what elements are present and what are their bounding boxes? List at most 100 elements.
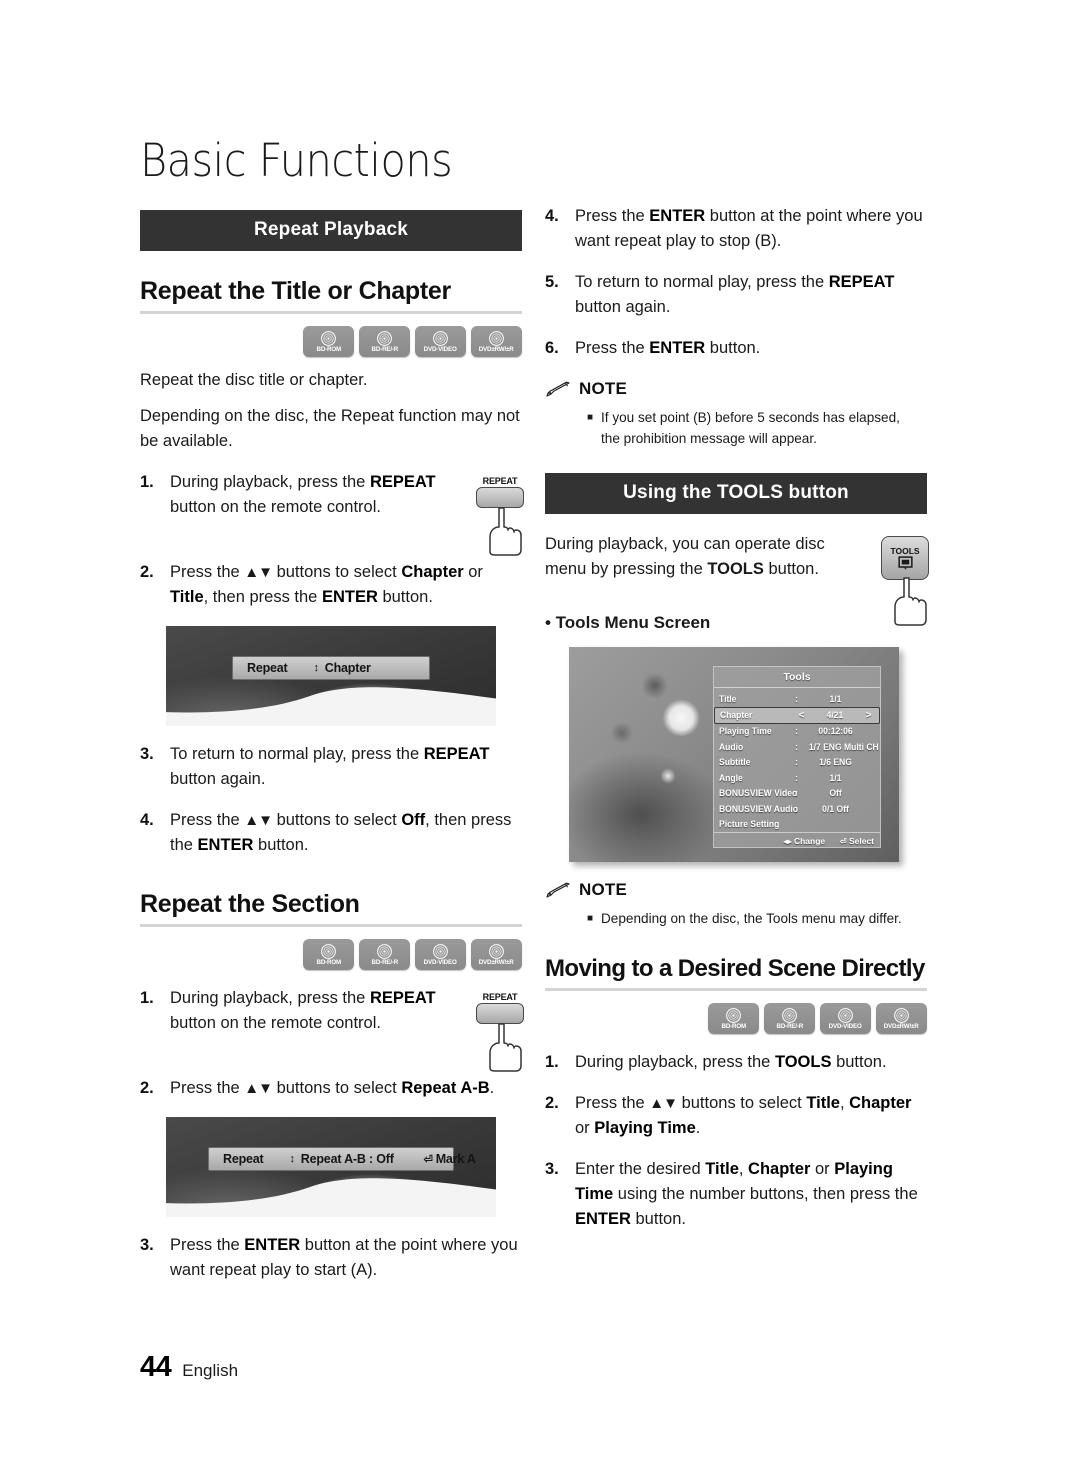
step-text: Press the ▲▼ buttons to select Repeat A-…: [170, 1079, 495, 1097]
note-bullet-icon: ■: [587, 412, 594, 423]
tools-row-chapter[interactable]: Chapter < 4/21 >: [714, 706, 880, 724]
osd-label: Repeat: [223, 1152, 264, 1166]
steps-repeat-section-cont: 3. Press the ENTER button at the point w…: [140, 1233, 522, 1283]
disc-icon-bd-re-r: BD-RE/-R: [359, 326, 410, 357]
step-item: 4. Press the ▲▼ buttons to select Off, t…: [140, 808, 522, 858]
section-bar-using-tools: Using the TOOLS button: [545, 473, 927, 514]
step-item: 3. Enter the desired Title, Chapter or P…: [545, 1157, 927, 1232]
repeat-key-label: REPEAT: [482, 992, 518, 1002]
heading-rule: [140, 311, 522, 314]
disc-compatibility-row-3: BD-ROM BD-RE/-R DVD-VIDEO DVD±RW/±R: [545, 1003, 927, 1034]
repeat-button-callout: REPEAT: [476, 476, 534, 556]
pencil-icon: [546, 381, 570, 397]
tools-row-label: Chapter: [720, 710, 753, 720]
tools-menu-title: Tools: [714, 667, 880, 688]
disc-icon-dvd-video: DVD-VIDEO: [415, 326, 466, 357]
step-number: 3.: [140, 745, 154, 763]
section-bar-repeat-playback: Repeat Playback: [140, 210, 522, 251]
heading-repeat-title-or-chapter: Repeat the Title or Chapter: [140, 277, 451, 305]
step-number: 2.: [140, 563, 154, 581]
step-text: Press the ▲▼ buttons to select Title, Ch…: [575, 1094, 912, 1137]
steps-moving-to-scene: 1. During playback, press the TOOLS butt…: [545, 1050, 927, 1232]
tools-footer-select: Select: [848, 836, 874, 846]
step-number: 4.: [140, 811, 154, 829]
steps-continued: 4. Press the ENTER button at the point w…: [545, 204, 927, 361]
tools-row-title[interactable]: Title : 1/1: [714, 691, 880, 707]
repeat-key[interactable]: REPEAT: [476, 992, 524, 1026]
note-header-2: NOTE: [545, 880, 927, 900]
osd-updown-icon: ↕: [289, 1153, 295, 1165]
osd-mark-a: ⏎ Mark A: [424, 1152, 476, 1166]
page-number: 44: [140, 1351, 172, 1383]
step-item: 1. During playback, press the REPEAT but…: [140, 986, 522, 1036]
tools-row-value: 1/7 ENG Multi CH: [808, 741, 879, 752]
step-number: 2.: [140, 1079, 154, 1097]
steps-repeat-section: 1. During playback, press the REPEAT but…: [140, 986, 524, 1101]
osd-mark-label: Mark A: [435, 1152, 476, 1166]
note-title: NOTE: [579, 379, 628, 398]
tools-row-separator: :: [795, 726, 798, 737]
step-item: 3. Press the ENTER button at the point w…: [140, 1233, 522, 1283]
pressing-hand-icon: [894, 577, 927, 626]
tools-row-picture-setting[interactable]: Picture Setting: [714, 817, 880, 833]
photo-wave-shape: [166, 1178, 496, 1217]
repeat-key[interactable]: REPEAT: [476, 476, 524, 510]
step-item: 4. Press the ENTER button at the point w…: [545, 204, 927, 254]
disc-icon-dvd-video: DVD-VIDEO: [820, 1003, 871, 1034]
tools-row-label: Audio: [719, 741, 744, 752]
tools-menu-panel: Tools Title : 1/1 Chapter < 4/21 > Playi…: [713, 666, 881, 848]
repeat-key-cap: [476, 487, 524, 508]
tools-key[interactable]: TOOLS: [881, 536, 929, 580]
osd-updown-icon: ↕: [313, 662, 319, 674]
steps-repeat-title: 1. During playback, press the REPEAT but…: [140, 470, 524, 610]
osd-screenshot-repeat-ab: Repeat ↕ Repeat A-B : Off ⏎ Mark A: [166, 1117, 496, 1217]
tools-row-bonusview-video[interactable]: BONUSVIEW Video : Off: [714, 786, 880, 802]
step-item: 1. During playback, press the TOOLS butt…: [545, 1050, 927, 1075]
tools-menu-screenshot: Tools Title : 1/1 Chapter < 4/21 > Playi…: [569, 647, 899, 862]
step-number: 5.: [545, 273, 559, 291]
tools-row-value: 00:12:06: [818, 726, 853, 737]
disc-icon-bd-re-r: BD-RE/-R: [359, 939, 410, 970]
disc-icon-dvd-rw-r: DVD±RW/±R: [471, 939, 522, 970]
chevron-right-icon[interactable]: >: [863, 710, 874, 721]
tools-row-label: BONUSVIEW Video: [719, 788, 798, 799]
photo-wave-shape: [166, 687, 496, 726]
tools-row-playing-time[interactable]: Playing Time : 00:12:06: [714, 724, 880, 740]
tools-row-angle[interactable]: Angle : 1/1: [714, 770, 880, 786]
step-text: Enter the desired Title, Chapter or Play…: [575, 1160, 918, 1228]
page-title: Basic Functions: [140, 134, 453, 187]
disc-icon-label: DVD-VIDEO: [424, 958, 457, 966]
tools-intro-text: During playback, you can operate disc me…: [545, 535, 825, 578]
step-number: 6.: [545, 339, 559, 357]
step-item: 5. To return to normal play, press the R…: [545, 270, 927, 320]
disc-icon-bd-rom: BD-ROM: [303, 939, 354, 970]
tools-row-value: 1/6 ENG: [819, 757, 852, 768]
step-number: 1.: [545, 1053, 559, 1071]
disc-icon-label: DVD±RW/±R: [479, 958, 514, 966]
tools-row-value: 4/21: [826, 710, 844, 720]
enter-glyph-icon: ⏎: [839, 837, 847, 846]
step-item: 2. Press the ▲▼ buttons to select Repeat…: [140, 1076, 522, 1101]
tools-row-value: Off: [829, 788, 842, 799]
manual-page: Basic Functions Repeat Playback Repeat t…: [0, 0, 1080, 1477]
disc-icon-bd-rom: BD-ROM: [708, 1003, 759, 1034]
tools-row-label: Subtitle: [719, 757, 751, 768]
tools-footer-change: Change: [793, 836, 826, 846]
disc-icon-label: DVD±RW/±R: [479, 345, 514, 353]
tools-row-label: Playing Time: [719, 726, 772, 737]
tools-key-label: TOOLS: [890, 546, 920, 556]
tools-row-subtitle[interactable]: Subtitle : 1/6 ENG: [714, 755, 880, 771]
tools-row-audio[interactable]: Audio : 1/7 ENG Multi CH: [714, 739, 880, 755]
chevron-left-icon[interactable]: <: [796, 710, 807, 721]
steps-repeat-title-cont: 3. To return to normal play, press the R…: [140, 742, 522, 858]
tools-menu-footer: ◂▸ Change ⏎ Select: [714, 832, 880, 850]
disc-icon-label: BD-ROM: [316, 958, 341, 966]
tools-row-bonusview-audio[interactable]: BONUSVIEW Audio : 0/1 Off: [714, 801, 880, 817]
intro-text-2: Depending on the disc, the Repeat functi…: [140, 407, 520, 450]
step-item: 2. Press the ▲▼ buttons to select Title,…: [545, 1091, 927, 1141]
note-text: Depending on the disc, the Tools menu ma…: [601, 910, 902, 926]
note-title: NOTE: [579, 880, 628, 899]
left-column: Repeat Playback Repeat the Title or Chap…: [140, 210, 524, 1283]
heading-rule: [545, 988, 927, 991]
disc-compatibility-row-2: BD-ROM BD-RE/-R DVD-VIDEO DVD±RW/±R: [140, 939, 522, 970]
